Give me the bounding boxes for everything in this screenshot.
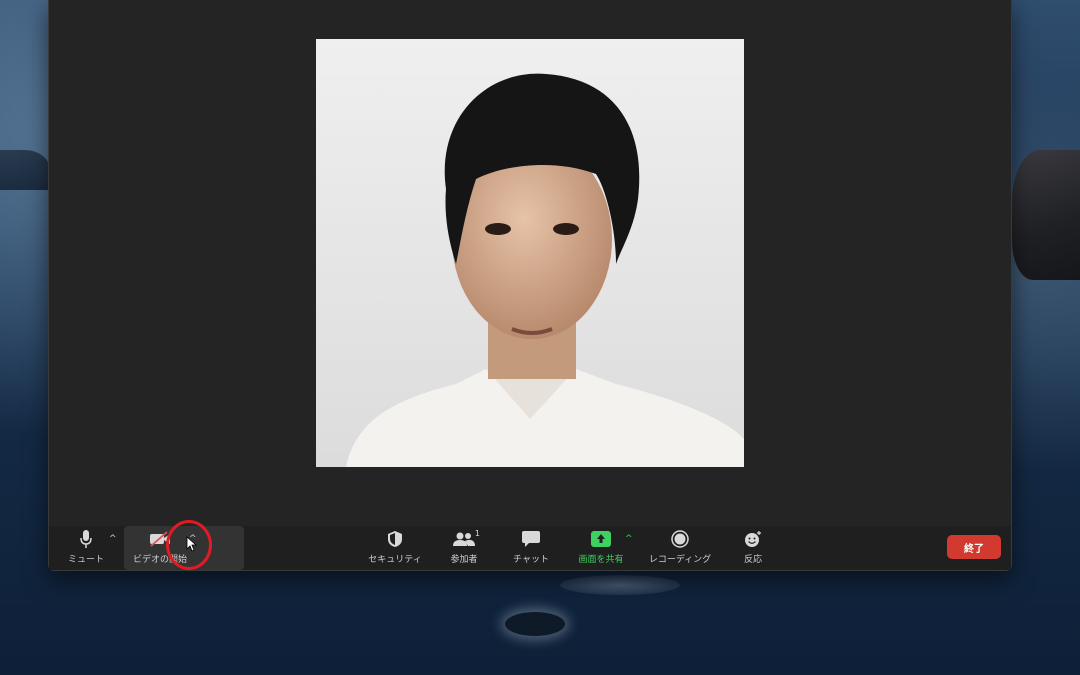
- record-icon: [666, 528, 694, 550]
- people-icon: 1: [450, 528, 480, 550]
- record-label: レコーディング: [648, 555, 712, 565]
- record-button[interactable]: レコーディング: [645, 528, 715, 568]
- reactions-label: 反応: [743, 555, 762, 565]
- security-label: セキュリティ: [368, 555, 422, 565]
- security-button[interactable]: セキュリティ: [367, 528, 423, 568]
- share-screen-icon: [587, 528, 615, 550]
- chat-bubble-icon: [517, 528, 545, 550]
- wallpaper-rock: [505, 612, 565, 636]
- mute-label: ミュート: [67, 555, 104, 565]
- participant-video-tile: [316, 39, 744, 467]
- mute-button[interactable]: ミュート: [63, 528, 109, 568]
- zoom-meeting-window: ミュート ^ ビデオの開始 ^ セキュリティ 1 参加者 チャット 画面を共有 …: [48, 0, 1012, 571]
- reactions-button[interactable]: 反応: [735, 528, 771, 568]
- shield-icon: [381, 528, 409, 550]
- participants-label: 参加者: [450, 555, 478, 565]
- chat-button[interactable]: チャット: [509, 528, 553, 568]
- wallpaper-rock-left: [0, 150, 50, 190]
- chat-label: チャット: [513, 555, 549, 565]
- mouse-pointer-icon: [186, 536, 198, 552]
- wallpaper-foam: [560, 575, 680, 595]
- share-label: 画面を共有: [578, 555, 624, 565]
- participant-photo: [316, 39, 744, 467]
- participants-count: 1: [474, 529, 480, 538]
- share-options-chevron-up-icon[interactable]: ^: [625, 534, 633, 544]
- participants-button[interactable]: 1 参加者: [443, 528, 485, 568]
- microphone-icon: [72, 528, 100, 550]
- emoji-icon: [739, 528, 767, 550]
- end-meeting-button[interactable]: 終了: [947, 535, 1001, 559]
- share-screen-button[interactable]: 画面を共有: [575, 528, 627, 568]
- mute-options-chevron-up-icon[interactable]: ^: [109, 534, 117, 544]
- wallpaper-cliff: [1012, 150, 1080, 280]
